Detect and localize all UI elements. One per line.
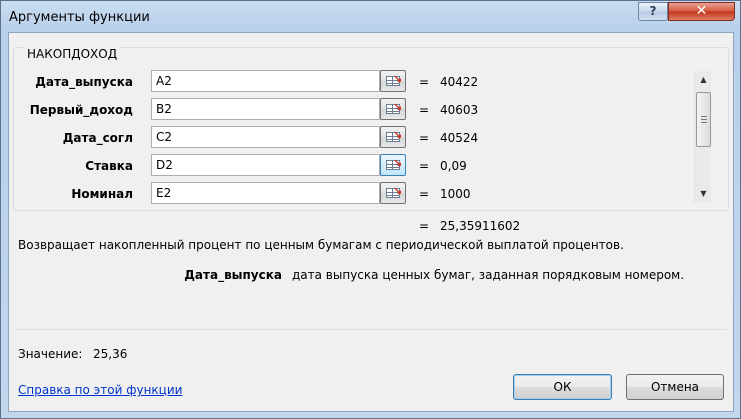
scroll-up-icon[interactable]: ▲: [695, 71, 712, 88]
arg-result-settlement: 40524: [440, 131, 479, 145]
arguments-scrollbar[interactable]: ▲ ▼: [694, 71, 711, 202]
red-arrow-icon: ↘: [393, 129, 403, 142]
help-button[interactable]: ?: [638, 2, 668, 21]
formula-value: 25,36: [93, 347, 128, 361]
function-name: НАКОПДОХОД: [24, 47, 121, 61]
arg-input-issue-date[interactable]: [151, 70, 380, 92]
arg-label-rate: Ставка: [85, 159, 133, 173]
arg-result-rate: 0,09: [440, 159, 467, 173]
red-arrow-icon: ↘: [393, 73, 403, 86]
formula-result: 25,35911602: [440, 219, 521, 233]
arg-label-first-interest: Первый_доход: [29, 103, 133, 117]
ref-button-issue-date[interactable]: ↘: [380, 70, 406, 92]
arg-label-par: Номинал: [71, 187, 133, 201]
red-arrow-icon: ↘: [393, 101, 403, 114]
red-arrow-icon: ↘: [393, 185, 403, 198]
arg-input-first-interest[interactable]: [151, 98, 380, 120]
grip-icon: [701, 116, 707, 123]
ref-button-rate[interactable]: ↘: [380, 154, 406, 176]
dialog-body: НАКОПДОХОД Дата_выпуска ↘ = 40422 Первый…: [8, 32, 734, 412]
arg-result-issue-date: 40422: [440, 75, 479, 89]
result-equals-sign: =: [419, 219, 430, 233]
arg-label-issue-date: Дата_выпуска: [35, 75, 133, 89]
current-argument-name: Дата_выпуска: [184, 268, 282, 282]
equals-sign: =: [419, 75, 430, 89]
equals-sign: =: [419, 131, 430, 145]
ref-button-settlement[interactable]: ↘: [380, 126, 406, 148]
ref-button-first-interest[interactable]: ↘: [380, 98, 406, 120]
arg-input-par[interactable]: [151, 182, 380, 204]
arg-result-first-interest: 40603: [440, 103, 479, 117]
value-label: Значение:: [18, 347, 83, 361]
ref-button-par[interactable]: ↘: [380, 182, 406, 204]
arg-label-settlement: Дата_согл: [62, 131, 133, 145]
function-arguments-dialog: Аргументы функции ? ✕ НАКОПДОХОД Дата_вы…: [0, 0, 741, 419]
arg-input-settlement[interactable]: [151, 126, 380, 148]
arg-input-rate[interactable]: [151, 154, 380, 176]
scroll-thumb[interactable]: [696, 92, 711, 147]
function-description: Возвращает накопленный процент по ценным…: [18, 238, 624, 252]
red-arrow-icon: ↘: [393, 157, 403, 170]
function-help-link[interactable]: Справка по этой функции: [18, 383, 182, 397]
equals-sign: =: [419, 159, 430, 173]
equals-sign: =: [419, 103, 430, 117]
scroll-down-icon[interactable]: ▼: [695, 185, 712, 202]
close-button[interactable]: ✕: [668, 2, 735, 21]
current-argument-description: дата выпуска ценных бумаг, заданная поря…: [292, 268, 685, 282]
title-bar: Аргументы функции ? ✕: [1, 1, 741, 33]
cancel-button[interactable]: Отмена: [626, 374, 724, 400]
window-title: Аргументы функции: [9, 10, 150, 25]
equals-sign: =: [419, 187, 430, 201]
arg-result-par: 1000: [440, 187, 471, 201]
ok-button[interactable]: ОК: [513, 374, 612, 400]
divider: [16, 329, 727, 330]
